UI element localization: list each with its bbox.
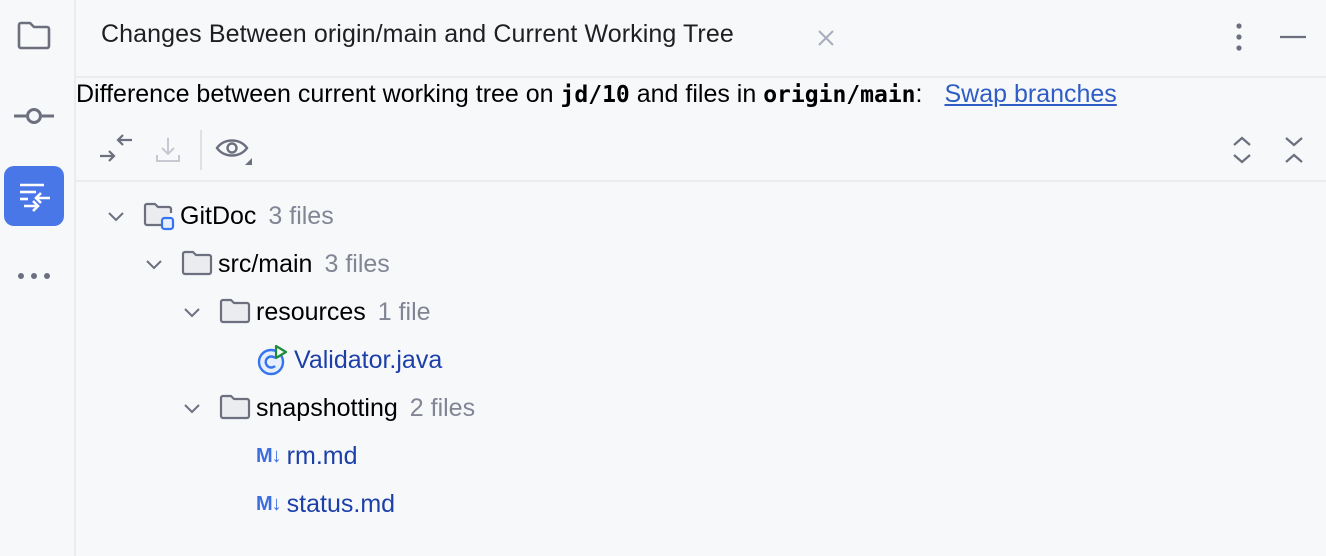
file-name: status.md <box>286 489 396 518</box>
file-count: 3 files <box>268 201 334 230</box>
close-icon[interactable] <box>814 26 838 50</box>
chevron-down-icon[interactable] <box>180 300 204 324</box>
local-branch: jd/10 <box>560 82 630 108</box>
tab-title[interactable]: Changes Between origin/main and Current … <box>101 20 734 49</box>
chevron-down-icon[interactable] <box>104 204 128 228</box>
remote-branch: origin/main <box>763 82 916 108</box>
module-folder-icon <box>142 199 176 233</box>
markdown-icon: M↓ <box>256 444 282 467</box>
sidebar-item-more[interactable] <box>4 246 64 306</box>
node-label: resources <box>256 297 366 326</box>
markdown-icon: M↓ <box>256 492 282 515</box>
more-vertical-icon[interactable] <box>1226 20 1252 54</box>
expand-all-icon <box>1233 136 1251 164</box>
tool-window-header: Changes Between origin/main and Current … <box>76 0 1326 78</box>
java-class-runnable-icon <box>256 343 290 377</box>
info-suffix: : <box>915 80 923 108</box>
comparison-info: Difference between current working tree … <box>76 80 1117 116</box>
view-options-button[interactable] <box>214 130 254 170</box>
folder-icon <box>17 21 51 50</box>
commit-icon <box>14 108 54 124</box>
download-icon <box>156 138 180 162</box>
toolbar-separator <box>200 130 202 170</box>
file-count: 3 files <box>324 249 390 278</box>
sidebar-item-changes[interactable] <box>4 166 64 226</box>
tree-node-file[interactable]: Validator.java <box>256 336 442 384</box>
file-count: 2 files <box>409 393 476 422</box>
more-horizontal-icon <box>18 273 50 279</box>
compare-arrows-icon <box>100 134 132 162</box>
tree-node-file[interactable]: M↓ status.md <box>256 480 395 528</box>
tree-node-module[interactable]: GitDoc 3 files <box>104 192 334 240</box>
chevron-down-icon[interactable] <box>180 396 204 420</box>
swap-branches-link[interactable]: Swap branches <box>944 80 1116 108</box>
node-label: snapshotting <box>256 393 398 422</box>
toolbar <box>76 122 1326 182</box>
compare-button[interactable] <box>96 130 136 170</box>
file-name: Validator.java <box>294 345 443 374</box>
expand-all-button[interactable] <box>1222 130 1262 170</box>
folder-icon <box>218 295 252 329</box>
get-from-branch-button[interactable] <box>148 130 188 170</box>
file-count: 1 file <box>377 297 431 326</box>
folder-icon <box>218 391 252 425</box>
minimize-icon[interactable] <box>1276 20 1310 54</box>
file-name: rm.md <box>286 441 358 470</box>
collapse-all-button[interactable] <box>1274 130 1314 170</box>
sidebar-item-commit[interactable] <box>4 86 64 146</box>
tree-node-folder[interactable]: resources 1 file <box>180 288 431 336</box>
tool-window-sidebar <box>0 0 76 556</box>
node-label: src/main <box>218 249 313 278</box>
info-prefix: Difference between current working tree … <box>76 80 561 108</box>
collapse-all-icon <box>1285 137 1303 163</box>
tree-node-folder[interactable]: snapshotting 2 files <box>180 384 475 432</box>
eye-icon <box>215 139 252 165</box>
compare-changes-icon <box>20 183 50 212</box>
tree-node-file[interactable]: M↓ rm.md <box>256 432 358 480</box>
changes-tool-window: Changes Between origin/main and Current … <box>76 0 1326 556</box>
node-label: GitDoc <box>180 201 257 230</box>
sidebar-item-project[interactable] <box>4 6 64 66</box>
info-middle: and files in <box>629 80 764 108</box>
folder-icon <box>180 247 214 281</box>
tree-node-folder[interactable]: src/main 3 files <box>142 240 390 288</box>
chevron-down-icon[interactable] <box>142 252 166 276</box>
